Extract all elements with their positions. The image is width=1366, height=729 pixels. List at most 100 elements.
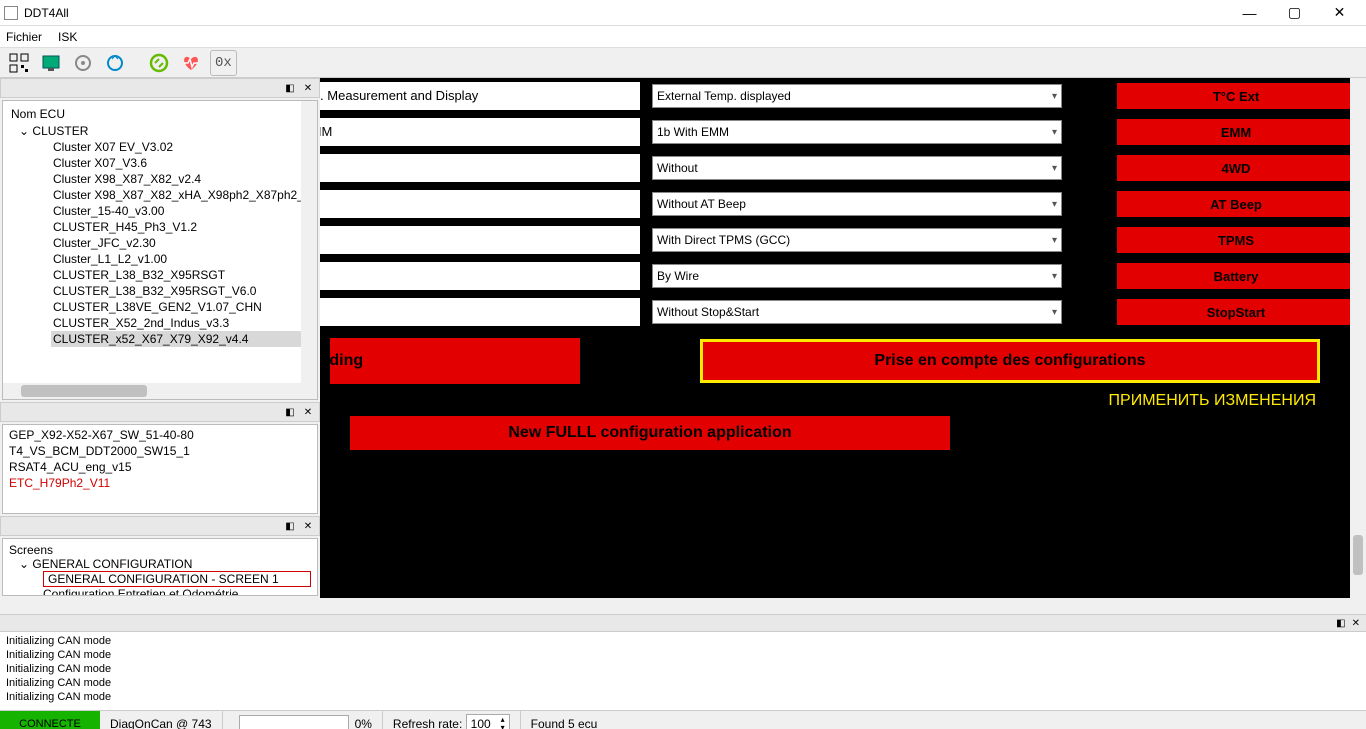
close-button[interactable]: ✕: [1317, 0, 1362, 26]
dock-close-icon[interactable]: ✕: [301, 407, 315, 418]
config-label: mp. Measurement and Display: [320, 82, 640, 110]
config-select[interactable]: External Temp. displayed▾: [652, 84, 1062, 108]
chevron-down-icon: ▾: [1052, 235, 1057, 246]
config-apply-button[interactable]: 4WD: [1116, 154, 1356, 182]
minimize-button[interactable]: —: [1227, 0, 1272, 26]
refresh-label: Refresh rate:: [393, 717, 462, 729]
heart-icon[interactable]: [178, 50, 204, 76]
found-ecu-label: Found 5 ecu: [521, 711, 608, 729]
refresh-rate-spinner[interactable]: 100 ▴▾: [466, 714, 510, 729]
chevron-down-icon: ▾: [1052, 91, 1057, 102]
ecu-tree-item[interactable]: CLUSTER_H45_Ph3_V1.2: [51, 219, 313, 235]
ecu-tree-item[interactable]: Cluster_15-40_v3.00: [51, 203, 313, 219]
dock-close-icon[interactable]: ✕: [301, 83, 315, 94]
ecu-tree-item[interactable]: Cluster X07 EV_V3.02: [51, 139, 313, 155]
dock-close-icon[interactable]: ✕: [301, 521, 315, 532]
horizontal-scrollbar[interactable]: [0, 598, 1366, 614]
left-sidebar: ◧ ✕ Nom ECU ⌄ CLUSTER Cluster X07 EV_V3.…: [0, 78, 320, 598]
menu-bar: Fichier ISK: [0, 26, 1366, 48]
ecu-tree-header: Nom ECU: [7, 105, 313, 123]
vertical-scrollbar[interactable]: [301, 101, 317, 383]
log-dock-header: ◧ ✕: [0, 614, 1366, 632]
reading-button[interactable]: Reading: [330, 338, 580, 384]
config-label: [320, 298, 640, 326]
ecu-tree-item[interactable]: CLUSTER_x52_X67_X79_X92_v4.4: [51, 331, 313, 347]
ecu-tree-item[interactable]: CLUSTER_L38_B32_X95RSGT: [51, 267, 313, 283]
dock-close-icon[interactable]: ✕: [1352, 618, 1360, 629]
ecu-tree-item[interactable]: Cluster_JFC_v2.30: [51, 235, 313, 251]
config-row: Without Stop&Start▾ StopStart: [320, 294, 1366, 330]
config-apply-button[interactable]: AT Beep: [1116, 190, 1356, 218]
screens-root[interactable]: ⌄ GENERAL CONFIGURATION: [19, 557, 311, 571]
config-select[interactable]: Without Stop&Start▾: [652, 300, 1062, 324]
config-row: By Wire▾ Battery: [320, 258, 1366, 294]
full-apply-button[interactable]: New FULLL configuration application: [350, 416, 950, 450]
module-list-item[interactable]: T4_VS_BCM_DDT2000_SW15_1: [9, 443, 311, 459]
hex-button[interactable]: 0x: [210, 50, 237, 76]
module-list-item[interactable]: ETC_H79Ph2_V11: [9, 475, 311, 491]
ecu-tree-root[interactable]: ⌄ CLUSTER: [17, 123, 313, 139]
config-row: Without▾ 4WD: [320, 150, 1366, 186]
ecu-tree-item[interactable]: CLUSTER_L38_B32_X95RSGT_V6.0: [51, 283, 313, 299]
config-apply-button[interactable]: StopStart: [1116, 298, 1356, 326]
sync-icon[interactable]: [146, 50, 172, 76]
config-select[interactable]: 1b With EMM▾: [652, 120, 1062, 144]
config-label: [320, 262, 640, 290]
maximize-button[interactable]: ▢: [1272, 0, 1317, 26]
dock-float-icon[interactable]: ◧: [283, 521, 297, 532]
dock-float-icon[interactable]: ◧: [1336, 618, 1345, 629]
config-row: Without AT Beep▾ AT Beep: [320, 186, 1366, 222]
status-bar: CONNECTE DiagOnCan @ 743 0% Refresh rate…: [0, 710, 1366, 729]
log-panel: Initializing CAN mode Initializing CAN mo…: [0, 632, 1366, 710]
menu-isk[interactable]: ISK: [58, 30, 77, 44]
config-select[interactable]: With Direct TPMS (GCC)▾: [652, 228, 1062, 252]
title-bar: DDT4All — ▢ ✕: [0, 0, 1366, 26]
refresh-icon[interactable]: [102, 50, 128, 76]
progress-percent: 0%: [355, 717, 372, 729]
screen-item[interactable]: Configuration Entretien et Odométrie: [43, 587, 311, 596]
config-label: [320, 190, 640, 218]
dock-float-icon[interactable]: ◧: [283, 407, 297, 418]
ecu-tree-item[interactable]: Cluster_L1_L2_v1.00: [51, 251, 313, 267]
bus-info: DiagOnCan @ 743: [100, 711, 223, 729]
screens-header: Screens: [9, 543, 311, 557]
config-apply-button[interactable]: TPMS: [1116, 226, 1356, 254]
ecu-tree-item[interactable]: Cluster X07_V3.6: [51, 155, 313, 171]
screen-icon[interactable]: [38, 50, 64, 76]
app-icon: [4, 6, 18, 20]
config-label: EMM: [320, 118, 640, 146]
config-apply-button[interactable]: EMM: [1116, 118, 1356, 146]
config-select[interactable]: Without▾: [652, 156, 1062, 180]
config-select[interactable]: By Wire▾: [652, 264, 1062, 288]
config-apply-button[interactable]: Battery: [1116, 262, 1356, 290]
ecu-tree-item[interactable]: CLUSTER_X52_2nd_Indus_v3.3: [51, 315, 313, 331]
chevron-down-icon: ⌄: [19, 557, 29, 571]
chevron-down-icon: ▾: [1052, 163, 1057, 174]
chevron-down-icon: ▾: [1052, 271, 1057, 282]
spinner-arrows-icon[interactable]: ▴▾: [501, 716, 505, 729]
chevron-down-icon: ▾: [1052, 127, 1057, 138]
chevron-down-icon: ▾: [1052, 199, 1057, 210]
vertical-scrollbar[interactable]: [1350, 78, 1366, 598]
apply-config-button[interactable]: Prise en compte des configurations: [700, 339, 1320, 383]
ecu-tree-item[interactable]: CLUSTER_L38VE_GEN2_V1.07_CHN: [51, 299, 313, 315]
connection-status[interactable]: CONNECTE: [0, 711, 100, 729]
config-main-area: mp. Measurement and Display External Temp…: [320, 78, 1366, 598]
module-list-item[interactable]: GEP_X92-X52-X67_SW_51-40-80: [9, 427, 311, 443]
qr-icon[interactable]: [6, 50, 32, 76]
ecu-tree-panel: Nom ECU ⌄ CLUSTER Cluster X07 EV_V3.02Cl…: [2, 100, 318, 400]
module-list-item[interactable]: RSAT4_ACU_eng_v15: [9, 459, 311, 475]
horizontal-scrollbar[interactable]: [3, 383, 317, 399]
screen-item[interactable]: GENERAL CONFIGURATION - SCREEN 1: [43, 571, 311, 587]
dock-float-icon[interactable]: ◧: [283, 83, 297, 94]
menu-file[interactable]: Fichier: [6, 30, 42, 44]
log-line: Initializing CAN mode: [6, 634, 1360, 648]
log-line: Initializing CAN mode: [6, 676, 1360, 690]
ecu-dock-header: ◧ ✕: [0, 78, 320, 98]
config-apply-button[interactable]: T°C Ext: [1116, 82, 1356, 110]
config-select[interactable]: Without AT Beep▾: [652, 192, 1062, 216]
mid-dock-header: ◧ ✕: [0, 402, 320, 422]
gear-icon[interactable]: [70, 50, 96, 76]
ecu-tree-item[interactable]: Cluster X98_X87_X82_v2.4: [51, 171, 313, 187]
ecu-tree-item[interactable]: Cluster X98_X87_X82_xHA_X98ph2_X87ph2_v7: [51, 187, 313, 203]
